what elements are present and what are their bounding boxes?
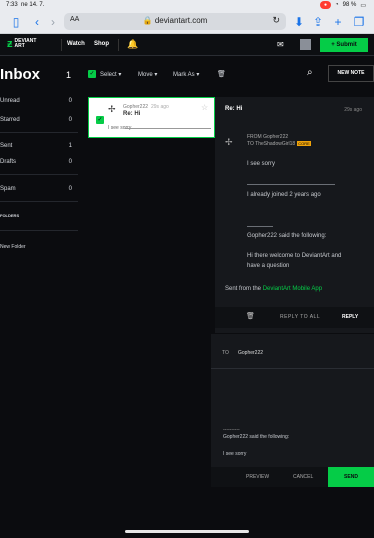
- reply-all-button[interactable]: REPLY TO ALL: [280, 314, 320, 320]
- status-time: 7:33 ne 14. 7.: [6, 2, 45, 8]
- message-time: 29s ago: [151, 104, 169, 110]
- site-header: ƶ DEVIANT ART Watch Shop 🔔 ✉ + Submit: [0, 34, 374, 56]
- sender-avatar-icon: ✢: [108, 104, 116, 114]
- message-list-item[interactable]: ✢ Gopher222 29s ago Re: Hi ☆ ✓ I see sor…: [88, 97, 215, 138]
- sent-from-line: Sent from the DeviantArt Mobile App: [225, 286, 323, 292]
- submit-button[interactable]: + Submit: [320, 38, 368, 52]
- download-icon[interactable]: ⬇: [292, 15, 306, 29]
- sidebar-toggle-icon[interactable]: ▯: [9, 15, 23, 29]
- user-avatar[interactable]: [300, 39, 311, 50]
- share-icon[interactable]: ⇪: [311, 15, 325, 29]
- sidebar-item-spam[interactable]: Spam 0: [0, 186, 74, 192]
- browser-toolbar: ▯ ‹ › AA 🔒 deviantart.com ↻ ⬇ ⇪ + ❐: [0, 10, 374, 34]
- page-title: Inbox: [0, 66, 40, 83]
- reader-time: 29s ago: [344, 107, 362, 113]
- url-text: 🔒 deviantart.com: [142, 16, 208, 25]
- quote-divider: ----------: [223, 427, 240, 433]
- divider: [211, 368, 374, 369]
- nav-shop[interactable]: Shop: [94, 41, 109, 47]
- divider: [118, 39, 119, 51]
- message-checkbox[interactable]: ✓: [96, 116, 104, 124]
- divider: [61, 39, 62, 51]
- divider: [247, 226, 273, 227]
- sidebar-item-unread[interactable]: Unread 0: [0, 98, 74, 104]
- nav-watch[interactable]: Watch: [67, 41, 85, 47]
- mark-as-dropdown[interactable]: Mark As ▾: [173, 71, 199, 78]
- inbox-count: 1: [66, 70, 72, 80]
- reply-button[interactable]: REPLY: [342, 314, 358, 320]
- address-bar[interactable]: AA 🔒 deviantart.com ↻: [64, 13, 286, 30]
- sidebar-item-sent[interactable]: Sent 1: [0, 143, 74, 149]
- quote-header: Gopher222 said the following:: [223, 434, 290, 440]
- composer-actions: PREVIEW CANCEL SEND: [211, 467, 374, 487]
- send-button[interactable]: SEND: [328, 467, 374, 487]
- reader-to: TO TheShadowGirl18 CORE: [247, 141, 311, 147]
- reply-composer: TO Gopher222 ---------- Gopher222 said t…: [211, 334, 374, 486]
- new-note-button[interactable]: NEW NOTE: [328, 65, 374, 82]
- to-field[interactable]: Gopher222: [238, 350, 263, 356]
- record-indicator: ●: [319, 1, 332, 9]
- sender-avatar-icon: ✢: [225, 137, 233, 147]
- body-line: I already joined 2 years ago: [247, 192, 321, 198]
- back-icon[interactable]: ‹: [30, 15, 44, 29]
- cancel-button[interactable]: CANCEL: [293, 474, 313, 480]
- body-line: have a question: [247, 263, 290, 269]
- status-bar: 7:33 ne 14. 7. ● ◔ 98 % ▭: [0, 0, 374, 10]
- message-subject: Re: Hi: [123, 111, 141, 117]
- forward-icon[interactable]: ›: [46, 15, 60, 29]
- preview-button[interactable]: PREVIEW: [246, 474, 269, 480]
- message-sender: Gopher222: [123, 104, 149, 110]
- core-badge: CORE: [297, 141, 311, 146]
- select-all-checkbox[interactable]: ✓: [88, 70, 96, 78]
- deviantart-logo-icon: ƶ: [7, 38, 13, 50]
- sidebar-item-drafts[interactable]: Drafts 0: [0, 159, 74, 165]
- reader-actions: 🗑 REPLY TO ALL REPLY: [215, 307, 374, 328]
- to-label: TO: [222, 350, 229, 356]
- mail-icon[interactable]: ✉: [277, 40, 284, 49]
- divider: [247, 184, 335, 185]
- search-icon[interactable]: ⌕: [307, 67, 313, 78]
- new-tab-icon[interactable]: +: [331, 15, 345, 29]
- delete-icon[interactable]: 🗑: [246, 312, 255, 320]
- divider: [0, 174, 78, 175]
- folders-heading: FOLDERS: [0, 213, 20, 218]
- body-line: Gopher222 said the following:: [247, 233, 327, 239]
- reader-subject: Re: Hi: [225, 106, 243, 112]
- divider: [0, 201, 78, 202]
- message-reader: Re: Hi 29s ago ✢ FROM Gopher222 TO TheSh…: [215, 97, 374, 333]
- move-dropdown[interactable]: Move ▾: [138, 71, 157, 78]
- body-line: I see sorry: [247, 161, 276, 167]
- tabs-icon[interactable]: ❐: [352, 15, 366, 29]
- quote-line: I see sorry: [223, 451, 247, 457]
- divider: [125, 128, 211, 129]
- divider: [0, 132, 78, 133]
- battery-level: 98 %: [342, 2, 357, 8]
- reader-from: FROM Gopher222: [247, 134, 289, 140]
- wifi-icon: ◔: [335, 2, 339, 8]
- reload-icon[interactable]: ↻: [272, 15, 280, 26]
- home-indicator[interactable]: [125, 530, 249, 533]
- star-icon[interactable]: ☆: [201, 103, 208, 112]
- divider: [0, 230, 78, 231]
- notifications-bell-icon[interactable]: 🔔: [127, 39, 138, 50]
- select-dropdown[interactable]: Select ▾: [100, 71, 121, 78]
- body-line: Hi there welcome to DeviantArt and: [247, 253, 342, 259]
- deviantart-logo[interactable]: ƶ DEVIANT ART: [7, 38, 36, 50]
- new-folder-link[interactable]: New Folder: [0, 244, 74, 250]
- trash-icon[interactable]: 🗑: [217, 70, 226, 78]
- battery-icon: ▭: [360, 2, 366, 9]
- sidebar-item-starred[interactable]: Starred 0: [0, 117, 74, 123]
- mobile-app-link[interactable]: DeviantArt Mobile App: [263, 286, 322, 292]
